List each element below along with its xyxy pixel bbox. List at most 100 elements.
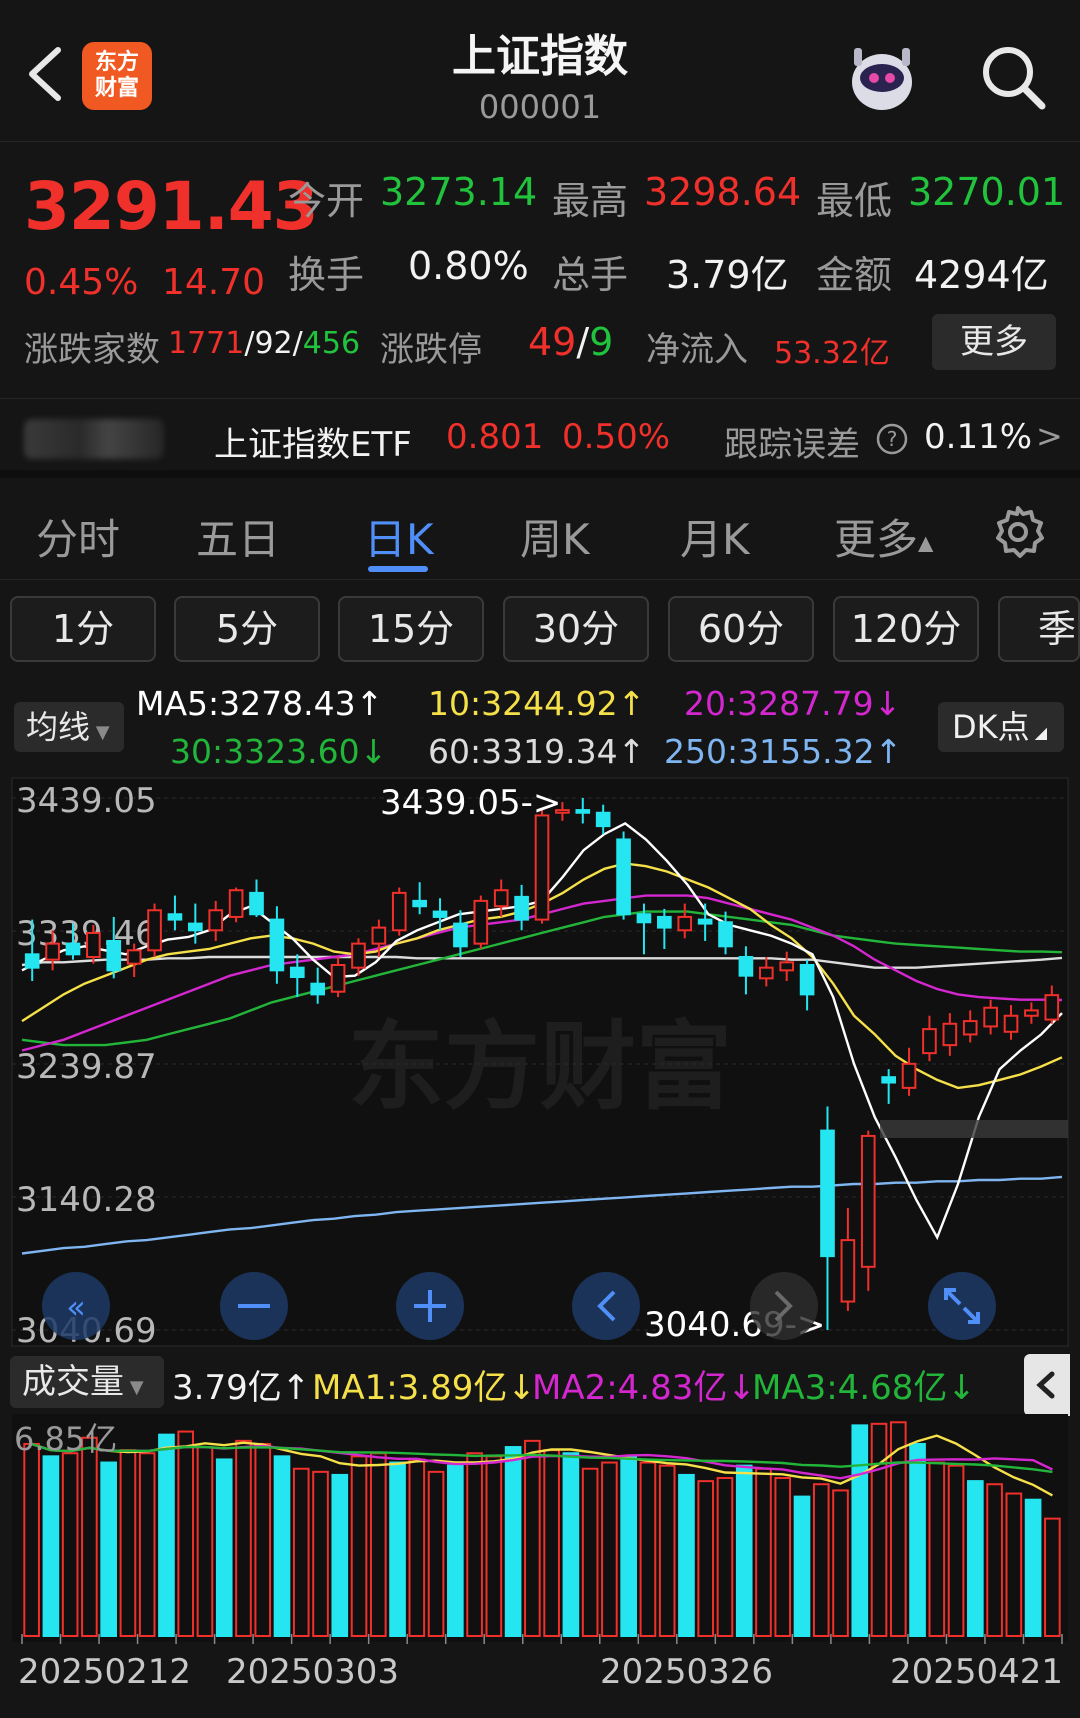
candle xyxy=(391,887,407,936)
watermark: 东方财富 xyxy=(348,1011,732,1123)
candle-body xyxy=(942,1022,958,1047)
volume-value: 3.79亿 xyxy=(666,253,789,297)
candle xyxy=(616,831,631,920)
candle-body xyxy=(493,889,509,908)
help-icon[interactable]: ? xyxy=(876,423,908,455)
tab-monthly-k[interactable]: 月K xyxy=(680,506,750,567)
tab-more[interactable]: 更多▲ xyxy=(834,506,933,567)
back-arrow-icon[interactable] xyxy=(22,44,66,104)
volume-indicator-selector[interactable]: 成交量 ▼ xyxy=(10,1356,164,1408)
price-tick-label: 3439.05 xyxy=(16,781,157,821)
interval-15min[interactable]: 15分 xyxy=(338,596,484,662)
tab-weekly-k[interactable]: 周K xyxy=(520,506,590,567)
date-label: 20250212 xyxy=(18,1652,192,1692)
candle-body xyxy=(453,922,468,948)
candle-body xyxy=(840,1239,856,1303)
date-label: 20250303 xyxy=(226,1652,400,1692)
candle-body xyxy=(799,964,815,996)
volume-bar xyxy=(389,1461,406,1638)
interval-1min[interactable]: 1分 xyxy=(10,596,156,662)
candle-body xyxy=(983,1006,998,1028)
assistant-robot-icon[interactable] xyxy=(842,38,922,118)
candle-body xyxy=(106,939,122,972)
candle-body xyxy=(310,982,326,996)
candle-body xyxy=(65,942,81,956)
turnover-label: 换手 xyxy=(288,253,365,297)
interval-30min[interactable]: 30分 xyxy=(503,596,649,662)
interval-120min[interactable]: 120分 xyxy=(833,596,979,662)
collapse-panel-button[interactable] xyxy=(1024,1354,1070,1416)
volume-bar xyxy=(851,1424,869,1638)
tracking-error-label: 跟踪误差 xyxy=(724,425,860,465)
etf-name: 上证指数ETF xyxy=(214,425,412,465)
candle-body xyxy=(391,891,407,932)
fullscreen-button[interactable] xyxy=(928,1272,996,1340)
limit-up-count: 49 xyxy=(528,320,577,364)
zoom-in-button[interactable] xyxy=(396,1272,464,1340)
volume-bar xyxy=(100,1461,117,1638)
interval-60min[interactable]: 60分 xyxy=(668,596,814,662)
interval-quarter[interactable]: 季 xyxy=(998,596,1080,662)
volume-bar xyxy=(273,1455,291,1637)
period-tabs: 分时 五日 日K 周K 月K 更多▲ xyxy=(0,488,1080,580)
volume-ma2: MA2:4.83亿↓ xyxy=(532,1368,756,1408)
candle-body xyxy=(1024,1009,1039,1017)
etf-price: 0.801 xyxy=(446,417,544,457)
tab-five-day[interactable]: 五日 xyxy=(196,506,280,567)
candle-body xyxy=(738,955,754,977)
candle-body xyxy=(534,814,550,921)
volume-bar xyxy=(735,1464,753,1638)
candle-body xyxy=(126,949,142,965)
chevron-left-icon xyxy=(1036,1371,1055,1399)
candle-body xyxy=(922,1028,937,1055)
interval-5min[interactable]: 5分 xyxy=(174,596,320,662)
zoom-out-button[interactable] xyxy=(220,1272,288,1340)
scroll-right-button[interactable] xyxy=(750,1272,818,1340)
volume-bar xyxy=(967,1480,984,1638)
blurred-icon xyxy=(24,419,164,459)
svg-text:?: ? xyxy=(887,427,898,451)
candle-body xyxy=(697,918,713,925)
ma5-value: MA5:3278.43↑ xyxy=(136,684,384,723)
scroll-left-button[interactable] xyxy=(572,1272,640,1340)
candle-body xyxy=(432,910,448,918)
jump-start-button[interactable]: « xyxy=(42,1272,110,1340)
ma-selector-label: 均线 xyxy=(26,708,91,746)
candle-body xyxy=(860,1134,876,1268)
search-icon[interactable] xyxy=(978,42,1048,112)
page-title: 上证指数 xyxy=(452,31,628,82)
price-overlay-band xyxy=(880,1120,1068,1138)
candle-body xyxy=(881,1076,896,1084)
dk-point-button[interactable]: DK点 ◢ xyxy=(938,702,1064,752)
candle-body xyxy=(351,942,366,969)
net-inflow-value: 53.32亿 xyxy=(774,336,890,371)
breadth-values: 1771/92/456 xyxy=(168,326,361,361)
ma250-value: 250:3155.32↑ xyxy=(664,732,903,771)
tab-more-label: 更多 xyxy=(834,515,919,564)
tab-daily-k[interactable]: 日K xyxy=(364,506,434,567)
more-stats-button[interactable]: 更多 xyxy=(932,314,1056,370)
decliners-count: 456 xyxy=(302,326,361,361)
caret-down-icon: ▼ xyxy=(124,1377,144,1398)
gear-icon[interactable] xyxy=(990,504,1046,560)
ma-selector[interactable]: 均线 ▼ xyxy=(14,702,124,752)
volume-selector-label: 成交量 xyxy=(22,1362,124,1402)
candle-body xyxy=(657,915,672,929)
stock-code: 000001 xyxy=(478,88,602,126)
limit-down-count: 9 xyxy=(589,320,614,364)
kline-chart[interactable]: 东方财富 3439.053339.463239.873140.283040.69… xyxy=(0,770,1080,1354)
candle-body xyxy=(820,1129,835,1258)
change-percent: 0.45% xyxy=(24,262,139,303)
candle-body xyxy=(208,909,224,932)
candle-body xyxy=(514,895,529,921)
volume-bar xyxy=(909,1442,926,1638)
date-label: 20250421 xyxy=(890,1652,1064,1692)
candle-body xyxy=(289,966,305,979)
high-label: 最高 xyxy=(552,179,629,223)
tab-intraday[interactable]: 分时 xyxy=(36,506,120,567)
etf-bar[interactable]: 上证指数ETF 0.801 0.50% 跟踪误差 ? 0.11% > xyxy=(0,398,1080,478)
advancers-count: 1771 xyxy=(168,326,245,361)
turnover-value: 0.80% xyxy=(408,244,529,288)
dk-point-label: DK点 xyxy=(952,708,1030,746)
volume-ma1: MA1:3.89亿↓ xyxy=(312,1368,536,1408)
